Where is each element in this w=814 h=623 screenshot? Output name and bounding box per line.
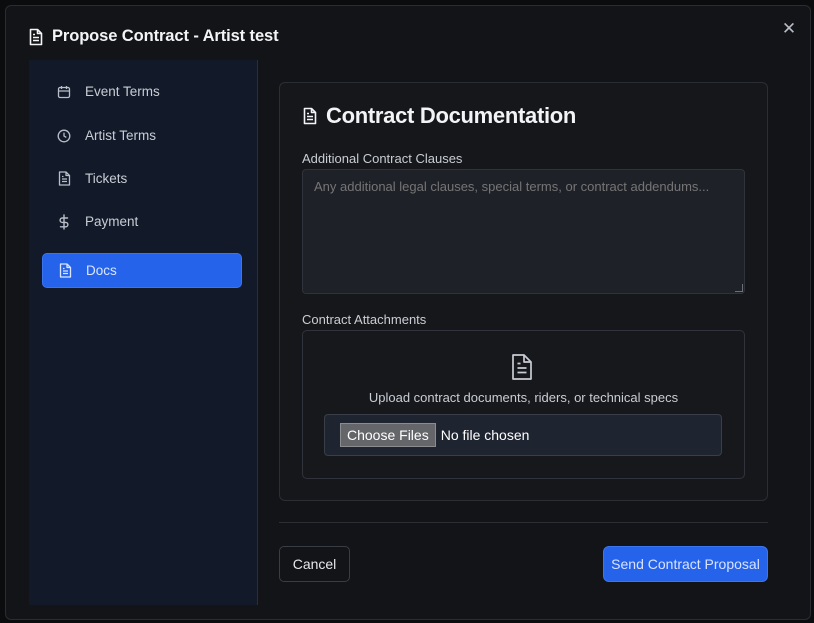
- sidebar-item-event-terms[interactable]: Event Terms: [42, 74, 242, 109]
- sidebar-item-label: Docs: [86, 263, 117, 278]
- attachments-dropzone[interactable]: Upload contract documents, riders, or te…: [302, 330, 745, 479]
- clauses-label: Additional Contract Clauses: [302, 151, 463, 166]
- sidebar-item-tickets[interactable]: Tickets: [42, 161, 242, 196]
- close-button[interactable]: ✕: [781, 18, 797, 38]
- dialog-header: Propose Contract - Artist test: [28, 27, 279, 46]
- sidebar-nav: Event Terms Artist Terms Tickets Payment…: [29, 60, 258, 605]
- document-icon: [57, 263, 73, 279]
- file-status: No file chosen: [440, 427, 530, 443]
- close-icon: ✕: [781, 18, 797, 38]
- calendar-icon: [56, 84, 72, 100]
- dollar-icon: [56, 213, 72, 230]
- clock-icon: [56, 128, 72, 144]
- sidebar-item-label: Tickets: [85, 171, 128, 186]
- choose-files-button[interactable]: Choose Files: [340, 423, 436, 447]
- document-icon: [302, 107, 318, 125]
- footer-divider: [279, 522, 768, 523]
- file-input[interactable]: Choose Files No file chosen: [324, 414, 722, 456]
- sidebar-item-artist-terms[interactable]: Artist Terms: [42, 118, 242, 153]
- upload-hint: Upload contract documents, riders, or te…: [368, 390, 679, 405]
- additional-clauses-textarea[interactable]: [302, 169, 745, 294]
- document-icon: [28, 28, 44, 46]
- sidebar-item-label: Event Terms: [85, 84, 160, 99]
- sidebar-item-payment[interactable]: Payment: [42, 204, 242, 239]
- document-icon: [56, 171, 72, 187]
- propose-contract-dialog: ✕ Propose Contract - Artist test Event T…: [5, 5, 811, 620]
- sidebar-item-docs[interactable]: Docs: [42, 253, 242, 288]
- sidebar-item-label: Payment: [85, 214, 139, 229]
- dialog-title: Propose Contract - Artist test: [52, 27, 279, 45]
- resize-handle[interactable]: [735, 284, 743, 292]
- file-icon: [509, 353, 535, 381]
- sidebar-item-label: Artist Terms: [85, 128, 157, 143]
- sidebar-divider: [257, 60, 258, 605]
- send-contract-proposal-button[interactable]: Send Contract Proposal: [603, 546, 768, 582]
- section-title: Contract Documentation: [326, 103, 577, 128]
- section-header: Contract Documentation: [302, 103, 576, 129]
- contract-documentation-panel: Contract Documentation Additional Contra…: [279, 82, 768, 501]
- cancel-button[interactable]: Cancel: [279, 546, 350, 582]
- attachments-label: Contract Attachments: [302, 312, 427, 327]
